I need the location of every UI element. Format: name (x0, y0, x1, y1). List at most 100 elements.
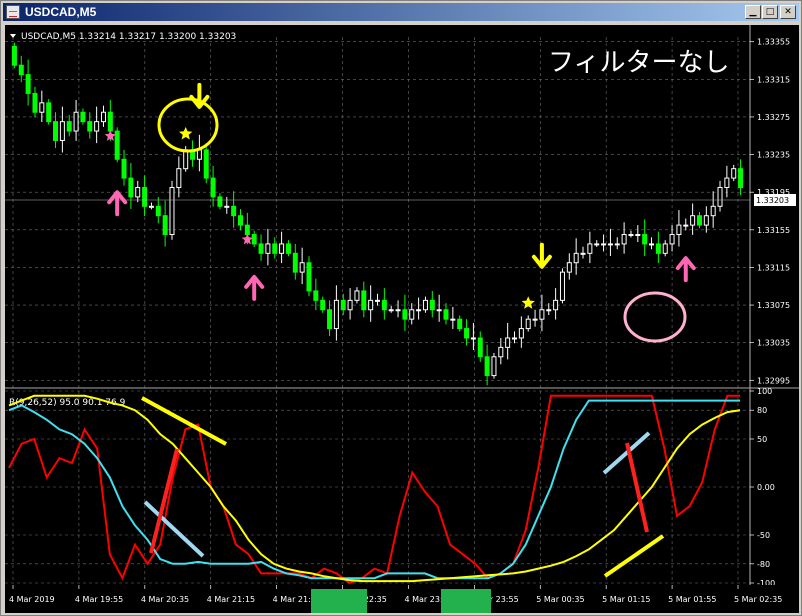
candle-body (176, 168, 182, 188)
osc-tick-label: 100 (757, 387, 772, 396)
candle-body (162, 215, 168, 236)
time-tick-label: 5 Mar 00:35 (536, 595, 584, 604)
candle-body (354, 290, 360, 301)
candle-body (696, 215, 702, 226)
candle-body (121, 158, 127, 179)
price-tick-label: 1.33355 (757, 38, 790, 47)
candle-body (416, 309, 422, 312)
candle-body (340, 299, 346, 311)
candle-body (539, 309, 545, 320)
candle-body (169, 186, 175, 236)
candle-body (196, 149, 202, 160)
candle-body (724, 177, 730, 188)
candle-body (285, 243, 291, 254)
osc-tick-label: -80 (757, 560, 770, 569)
title-bar[interactable]: USDCAD,M5 ▁ □ ✕ (3, 3, 799, 21)
candle-body (142, 186, 148, 207)
time-tick-label: 4 Mar 2019 (9, 595, 55, 604)
time-tick-label: 4 Mar 21:15 (207, 595, 255, 604)
candle-body (94, 121, 100, 132)
candle-body (59, 121, 65, 141)
candle-body (409, 309, 415, 320)
candle-body (306, 262, 312, 292)
candle-body (299, 262, 305, 273)
candle-body (237, 215, 243, 226)
candle-body (669, 234, 675, 245)
candle-body (601, 243, 607, 246)
candle-body (251, 234, 257, 245)
candle-body (11, 45, 17, 66)
candle-body (553, 299, 559, 311)
candle-body (738, 168, 744, 188)
time-tick-label: 5 Mar 01:15 (602, 595, 650, 604)
candle-body (155, 205, 161, 217)
candle-body (525, 318, 531, 330)
candle-body (258, 243, 264, 254)
candle-body (429, 299, 435, 311)
price-tick-label: 1.33075 (757, 301, 790, 310)
candle-body (683, 224, 689, 227)
candle-body (313, 290, 319, 301)
candle-body (210, 177, 216, 198)
candle-body (265, 243, 271, 254)
candle-body (710, 205, 716, 217)
candle-body (662, 243, 668, 254)
candle-body (635, 234, 641, 237)
candle-body (717, 186, 723, 207)
time-tick-label: 5 Mar 01:55 (668, 595, 716, 604)
candle-body (73, 111, 79, 132)
candle-body (470, 337, 476, 340)
candle-body (532, 318, 538, 321)
candle-body (203, 149, 209, 179)
candle-body (244, 224, 250, 236)
candle-body (607, 243, 613, 246)
time-tick-label: 4 Mar 19:55 (75, 595, 123, 604)
candle-body (450, 318, 456, 321)
candle-body (402, 309, 408, 320)
osc-tick-label: 80 (757, 406, 767, 415)
price-tick-label: 1.33315 (757, 75, 790, 84)
osc-tick-label: -50 (757, 531, 770, 540)
candle-body (46, 102, 52, 123)
candle-body (566, 262, 572, 273)
candle-body (491, 356, 497, 377)
candle-body (333, 299, 339, 330)
price-tick-label: 1.33235 (757, 151, 790, 160)
candle-body (381, 299, 387, 311)
candle-body (505, 337, 511, 348)
candle-body (649, 243, 655, 246)
candle-body (231, 205, 237, 217)
candle-body (731, 168, 737, 179)
candle-body (395, 309, 401, 312)
candle-body (642, 234, 648, 245)
candle-body (464, 328, 470, 339)
chart-area[interactable]: 1.333551.333151.332751.332351.331951.331… (5, 25, 799, 613)
candle-body (25, 74, 31, 94)
candle-body (573, 252, 579, 264)
price-tick-label: 1.33275 (757, 113, 790, 122)
candle-body (135, 186, 141, 198)
candle-body (39, 102, 45, 113)
price-tick-label: 1.32995 (757, 376, 790, 385)
price-tick-label: 1.33155 (757, 226, 790, 235)
candle-body (107, 111, 113, 132)
candle-body (272, 243, 278, 254)
candle-body (690, 215, 696, 226)
candle-body (87, 121, 93, 132)
minimize-button[interactable]: ▁ (745, 5, 761, 19)
candle-body (128, 177, 134, 198)
candle-body (217, 196, 223, 207)
candle-body (100, 111, 106, 123)
symbol-header: USDCAD,M5 1.33214 1.33217 1.33200 1.3320… (21, 32, 236, 42)
green-highlight-block-1 (311, 589, 367, 613)
annotation-text: フィルターなし (548, 48, 729, 78)
candle-body (512, 337, 518, 340)
candle-body (477, 337, 483, 358)
maximize-button[interactable]: □ (762, 5, 778, 19)
window-title: USDCAD,M5 (25, 5, 97, 19)
candle-body (703, 215, 709, 226)
candle-body (80, 111, 86, 123)
close-button[interactable]: ✕ (780, 5, 796, 19)
price-tick-label: 1.33035 (757, 339, 790, 348)
candle-body (518, 328, 524, 339)
